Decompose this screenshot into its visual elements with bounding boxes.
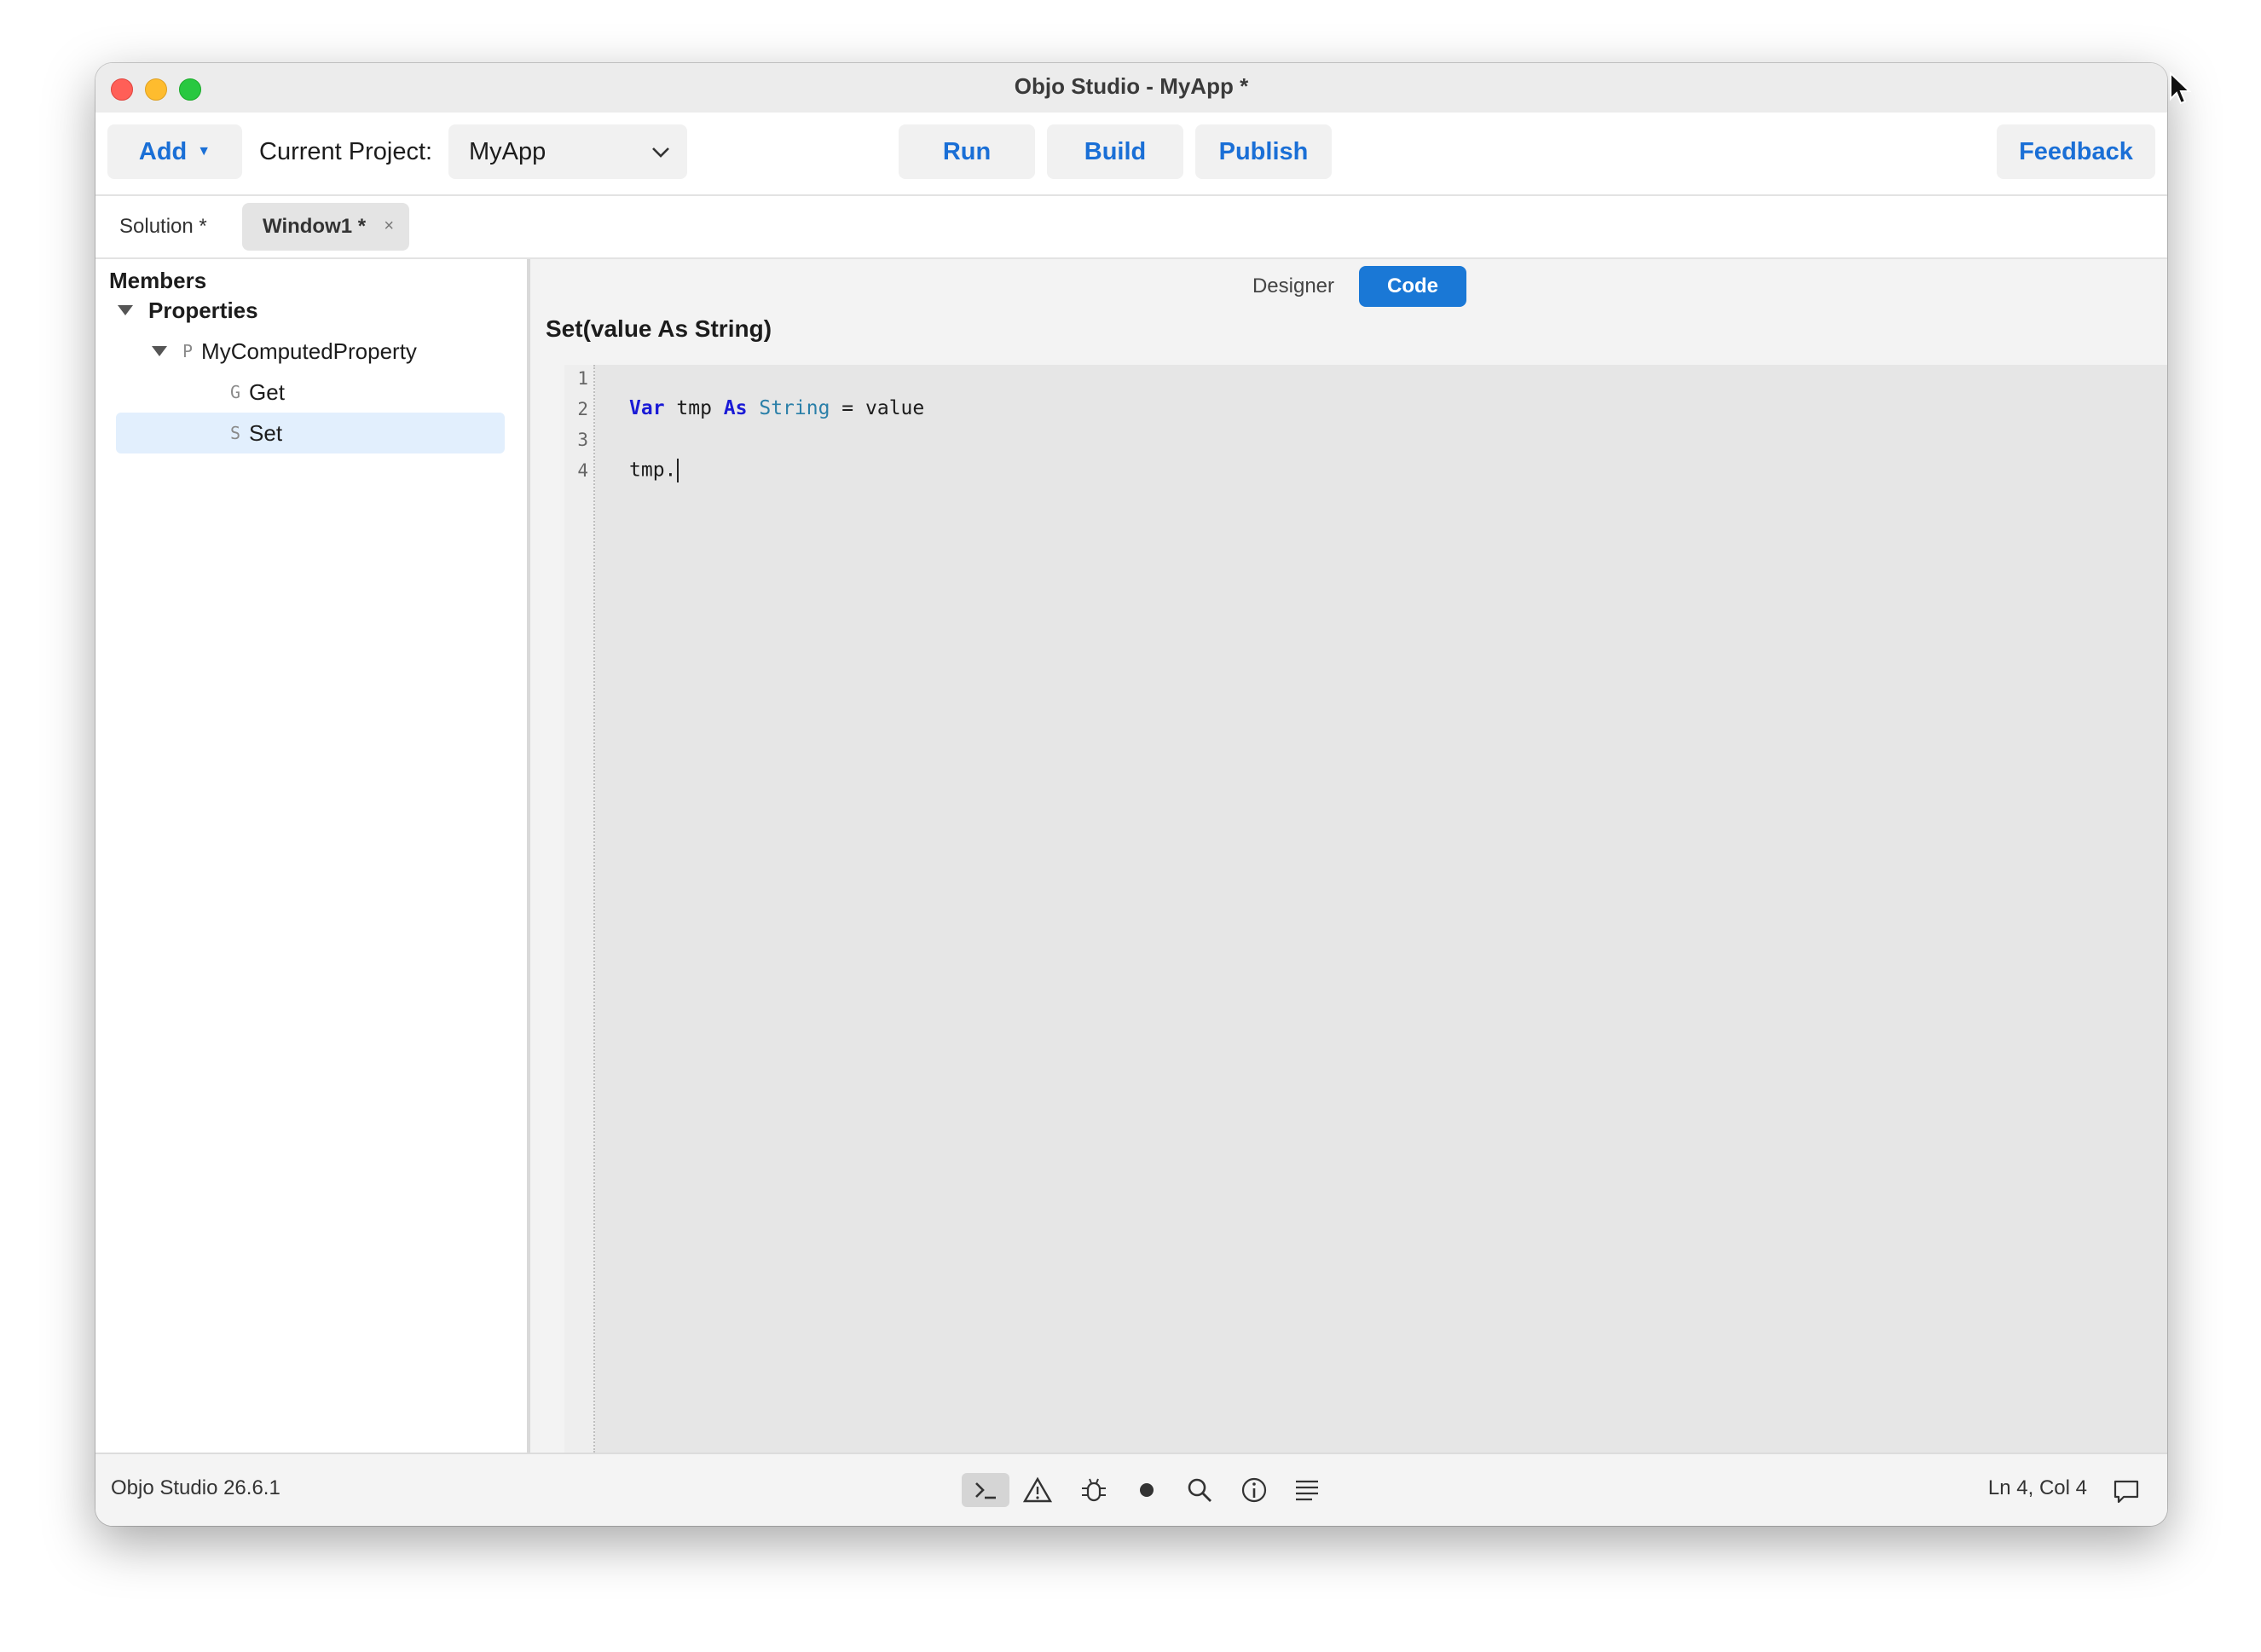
add-button[interactable]: Add ▼ (107, 124, 242, 179)
warning-icon[interactable] (1016, 1473, 1059, 1507)
close-tab-icon[interactable]: × (384, 217, 394, 236)
feedback-button[interactable]: Feedback (1997, 124, 2155, 179)
code-line-4-text: tmp. (629, 459, 677, 482)
code-line-4[interactable]: tmp. (629, 459, 679, 482)
code-editor[interactable]: 1 2 3 4 Var tmp As String = value tmp. (564, 365, 2167, 1453)
expand-triangle-icon[interactable] (118, 305, 133, 315)
list-icon[interactable] (1286, 1473, 1328, 1507)
line-number: 1 (577, 368, 588, 389)
tab-solution[interactable]: Solution * (119, 215, 207, 239)
current-project-label: Current Project: (259, 138, 433, 165)
designer-tab[interactable]: Designer (1238, 266, 1349, 307)
mouse-pointer-icon (2170, 72, 2191, 105)
document-tab-bar: Solution * Window1 * × (95, 196, 2167, 259)
add-button-label: Add (138, 137, 188, 165)
info-icon[interactable] (1233, 1473, 1275, 1507)
members-sidebar: Members Properties P MyComputedProperty … (95, 259, 530, 1453)
line-number: 2 (577, 399, 588, 419)
tab-window1[interactable]: Window1 * × (242, 203, 409, 251)
property-kind-icon: P (182, 341, 194, 361)
keyword-var: Var (629, 397, 665, 419)
chat-icon[interactable] (2111, 1476, 2142, 1507)
line-number-gutter: 1 2 3 4 (564, 365, 595, 1453)
line-number: 3 (577, 430, 588, 450)
properties-label: Properties (148, 297, 258, 323)
method-signature: Set(value As String) (546, 315, 772, 342)
code-tab[interactable]: Code (1359, 266, 1466, 307)
code-line-2[interactable]: Var tmp As String = value (629, 397, 924, 419)
status-bar: Objo Studio 26.6.1 Ln 4, Col 4 (95, 1453, 2167, 1526)
toolbar: Add ▼ Current Project: MyApp Run Build P… (95, 113, 2167, 196)
project-select-value: MyApp (469, 138, 546, 165)
publish-button[interactable]: Publish (1195, 124, 1332, 179)
get-label: Get (249, 378, 285, 405)
window-title: Objo Studio - MyApp * (1014, 73, 1249, 99)
tree-item-mycomputedproperty[interactable]: P MyComputedProperty (152, 331, 417, 372)
chevron-down-icon (652, 147, 669, 158)
set-label: Set (249, 419, 283, 446)
build-button[interactable]: Build (1047, 124, 1183, 179)
assignment-expression: = value (830, 397, 925, 419)
getter-kind-icon: G (230, 382, 241, 402)
type-string: String (759, 397, 830, 419)
tree-item-get[interactable]: G Get (230, 372, 285, 413)
tree-item-set[interactable]: S Set (116, 413, 505, 453)
app-window: Objo Studio - MyApp * Add ▼ Current Proj… (95, 63, 2167, 1526)
dropdown-caret-icon: ▼ (197, 144, 211, 159)
bug-icon[interactable] (1073, 1473, 1115, 1507)
setter-kind-icon: S (230, 423, 241, 443)
editor-area: Designer Code Set(value As String) 1 2 3… (530, 259, 2167, 1453)
project-select[interactable]: MyApp (448, 124, 687, 179)
app-version: Objo Studio 26.6.1 (111, 1476, 280, 1499)
expand-triangle-icon[interactable] (152, 346, 167, 356)
identifier-tmp: tmp (664, 397, 724, 419)
tab-window1-label: Window1 * (263, 215, 367, 238)
text-cursor (677, 459, 679, 482)
search-icon[interactable] (1178, 1473, 1221, 1507)
tree-item-properties[interactable]: Properties (118, 290, 258, 331)
cursor-position: Ln 4, Col 4 (1987, 1476, 2087, 1499)
run-button[interactable]: Run (899, 124, 1035, 179)
keyword-as: As (723, 397, 748, 419)
title-bar: Objo Studio - MyApp * (95, 63, 2167, 113)
line-number: 4 (577, 460, 588, 481)
property-name: MyComputedProperty (201, 338, 417, 364)
record-icon[interactable] (1125, 1473, 1168, 1507)
terminal-icon[interactable] (962, 1473, 1009, 1507)
